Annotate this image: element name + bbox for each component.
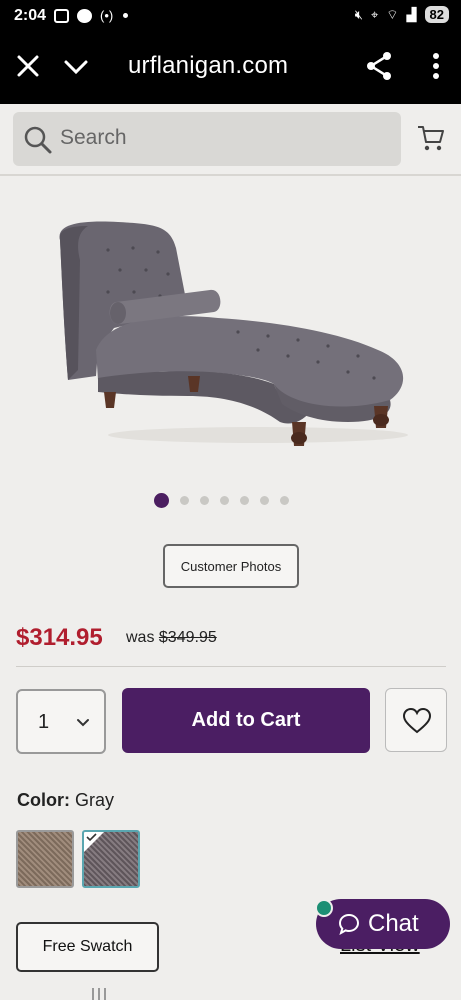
color-label: Color: xyxy=(17,790,70,810)
chevron-down-icon xyxy=(77,719,89,727)
screenshot-icon xyxy=(54,8,69,23)
carousel-dot-2[interactable] xyxy=(180,496,189,505)
was-label: was xyxy=(126,629,155,646)
recent-apps-icon[interactable] xyxy=(90,988,108,1000)
more-options-icon[interactable] xyxy=(431,50,441,82)
quantity-value: 1 xyxy=(38,711,50,733)
checkmark-icon xyxy=(86,833,97,842)
notification-icon xyxy=(77,8,92,23)
more-notifications-icon xyxy=(123,13,129,18)
notification-icons: (•) xyxy=(54,8,129,23)
carousel-dot-7[interactable] xyxy=(280,496,289,505)
search-icon xyxy=(24,126,52,154)
online-status-dot xyxy=(315,899,333,917)
close-icon[interactable] xyxy=(14,52,42,80)
system-icons: 🔇︎ ⌖ ⌔ ▟ 82 xyxy=(355,6,449,23)
status-bar: 2:04 (•) 🔇︎ ⌖ ⌔ ▟ 82 xyxy=(0,0,461,32)
was-price-line: was $349.95 xyxy=(126,629,217,647)
swatch-tan[interactable] xyxy=(16,830,74,888)
current-price: $314.95 xyxy=(16,624,103,651)
swatch-gray-selected[interactable] xyxy=(82,830,140,888)
carousel-dot-6[interactable] xyxy=(260,496,269,505)
add-to-wishlist-button[interactable] xyxy=(385,688,447,752)
color-value: Gray xyxy=(75,790,115,810)
battery-indicator: 82 xyxy=(424,6,449,23)
wifi-icon: ⌔ xyxy=(386,6,399,22)
search-bar-container: Search xyxy=(0,104,461,176)
search-input[interactable]: Search xyxy=(13,112,401,166)
carousel-dot-5[interactable] xyxy=(240,496,249,505)
signal-icon: ▟ xyxy=(406,6,417,22)
cart-icon[interactable] xyxy=(416,123,446,153)
divider xyxy=(16,666,446,667)
product-image-chaise-lounge[interactable] xyxy=(38,200,418,470)
status-time: 2:04 xyxy=(14,7,47,24)
original-price: $349.95 xyxy=(158,629,217,646)
carousel-dot-1[interactable] xyxy=(154,493,169,508)
mute-icon: 🔇︎ xyxy=(354,6,363,22)
heart-icon xyxy=(403,708,431,734)
quantity-select[interactable]: 1 xyxy=(16,689,106,754)
carousel-dot-4[interactable] xyxy=(220,496,229,505)
url-text[interactable]: urflanigan.com xyxy=(128,52,288,80)
chat-bubble-icon xyxy=(338,913,360,935)
share-icon[interactable] xyxy=(365,50,393,82)
wifi-direct-icon: (•) xyxy=(100,8,114,23)
search-placeholder: Search xyxy=(60,126,127,149)
location-icon: ⌖ xyxy=(370,6,379,22)
chat-label: Chat xyxy=(368,910,419,937)
browser-toolbar: urflanigan.com xyxy=(0,32,461,104)
free-swatch-button[interactable]: Free Swatch xyxy=(16,922,159,972)
add-to-cart-button[interactable]: Add to Cart xyxy=(122,688,370,753)
carousel-dot-3[interactable] xyxy=(200,496,209,505)
chevron-down-icon[interactable] xyxy=(62,54,90,80)
customer-photos-button[interactable]: Customer Photos xyxy=(163,544,299,588)
image-carousel-dots xyxy=(154,493,289,508)
chat-button[interactable]: Chat xyxy=(316,899,450,949)
color-label-row: Color: Gray xyxy=(17,790,114,811)
